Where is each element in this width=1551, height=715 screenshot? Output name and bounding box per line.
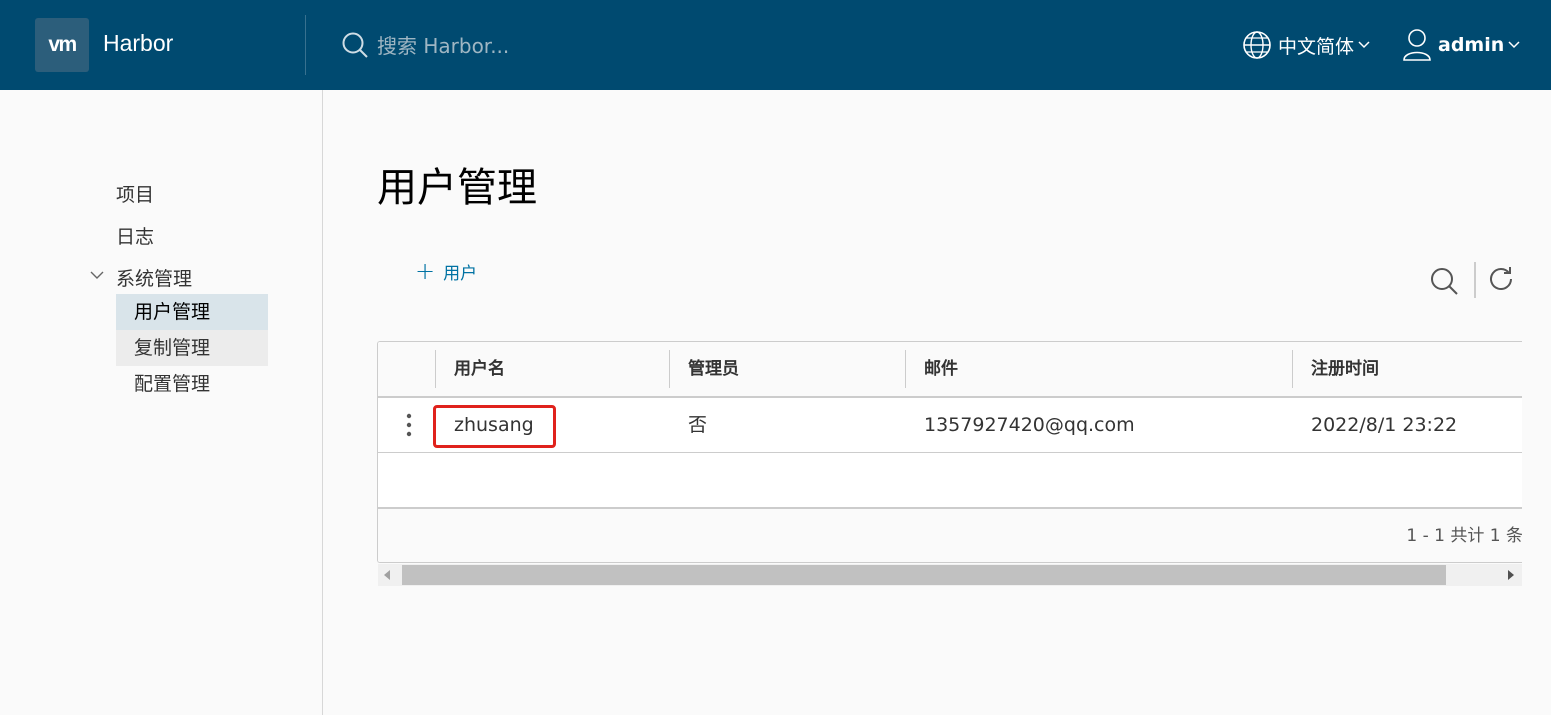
page-title: 用户管理 (377, 165, 537, 211)
sidebar-item-system-admin[interactable]: 系统管理 (116, 264, 192, 291)
search-icon (342, 32, 368, 58)
column-header-email[interactable]: 邮件 (906, 342, 958, 396)
cell-email: 1357927420@qq.com (924, 414, 1135, 436)
add-user-label: 用户 (443, 263, 478, 284)
chevron-down-icon (1358, 41, 1370, 49)
pagination-summary: 1 - 1 共计 1 条 (1406, 526, 1522, 546)
search-icon[interactable] (1429, 266, 1459, 296)
language-selector[interactable]: 中文简体 (1242, 29, 1376, 61)
globe-icon (1243, 31, 1271, 59)
username-label: admin (1438, 34, 1505, 56)
users-table: 用户名 管理员 邮件 注册时间 zhusang 否 1357927420@qq.… (377, 341, 1522, 563)
sidebar-item-projects[interactable]: 项目 (116, 180, 154, 207)
sidebar: 项目 日志 系统管理 用户管理 复制管理 配置管理 (0, 90, 323, 715)
user-icon (1403, 29, 1431, 61)
toolbar-divider (1474, 262, 1476, 298)
top-nav-bar: vm Harbor 中文简体 admin (0, 0, 1551, 90)
refresh-icon[interactable] (1488, 265, 1514, 291)
vmware-logo[interactable]: vm (35, 18, 89, 72)
table-header: 用户名 管理员 邮件 注册时间 (378, 342, 1522, 398)
sidebar-item-user-management[interactable]: 用户管理 (116, 294, 268, 330)
plus-icon: + (415, 257, 436, 285)
scroll-left-arrow[interactable] (384, 570, 390, 580)
scrollbar-thumb[interactable] (402, 565, 1446, 585)
column-header-username[interactable]: 用户名 (436, 342, 505, 396)
chevron-down-icon[interactable] (90, 270, 104, 280)
app-title[interactable]: Harbor (103, 30, 173, 57)
header-divider (305, 15, 306, 75)
scroll-right-arrow[interactable] (1508, 570, 1514, 580)
sidebar-item-logs[interactable]: 日志 (116, 222, 154, 249)
logo-text: vm (48, 33, 77, 56)
table-row[interactable]: zhusang 否 1357927420@qq.com 2022/8/1 23:… (378, 398, 1522, 453)
horizontal-scrollbar[interactable] (378, 564, 1522, 586)
global-search-input[interactable] (377, 30, 677, 62)
column-header-admin[interactable]: 管理员 (670, 342, 739, 396)
language-label: 中文简体 (1278, 35, 1355, 58)
table-footer: 1 - 1 共计 1 条 (378, 507, 1522, 562)
chevron-down-icon (1508, 41, 1520, 49)
cell-admin: 否 (688, 414, 708, 436)
column-header-registered[interactable]: 注册时间 (1293, 342, 1379, 396)
user-menu[interactable]: admin (1402, 27, 1526, 63)
sidebar-item-replication[interactable]: 复制管理 (116, 330, 268, 366)
add-user-button[interactable]: + 用户 (415, 258, 477, 284)
cell-registered: 2022/8/1 23:22 (1311, 414, 1458, 436)
kebab-menu-icon[interactable] (402, 412, 416, 438)
sidebar-item-configuration[interactable]: 配置管理 (116, 366, 268, 402)
highlight-annotation-box (433, 405, 556, 448)
